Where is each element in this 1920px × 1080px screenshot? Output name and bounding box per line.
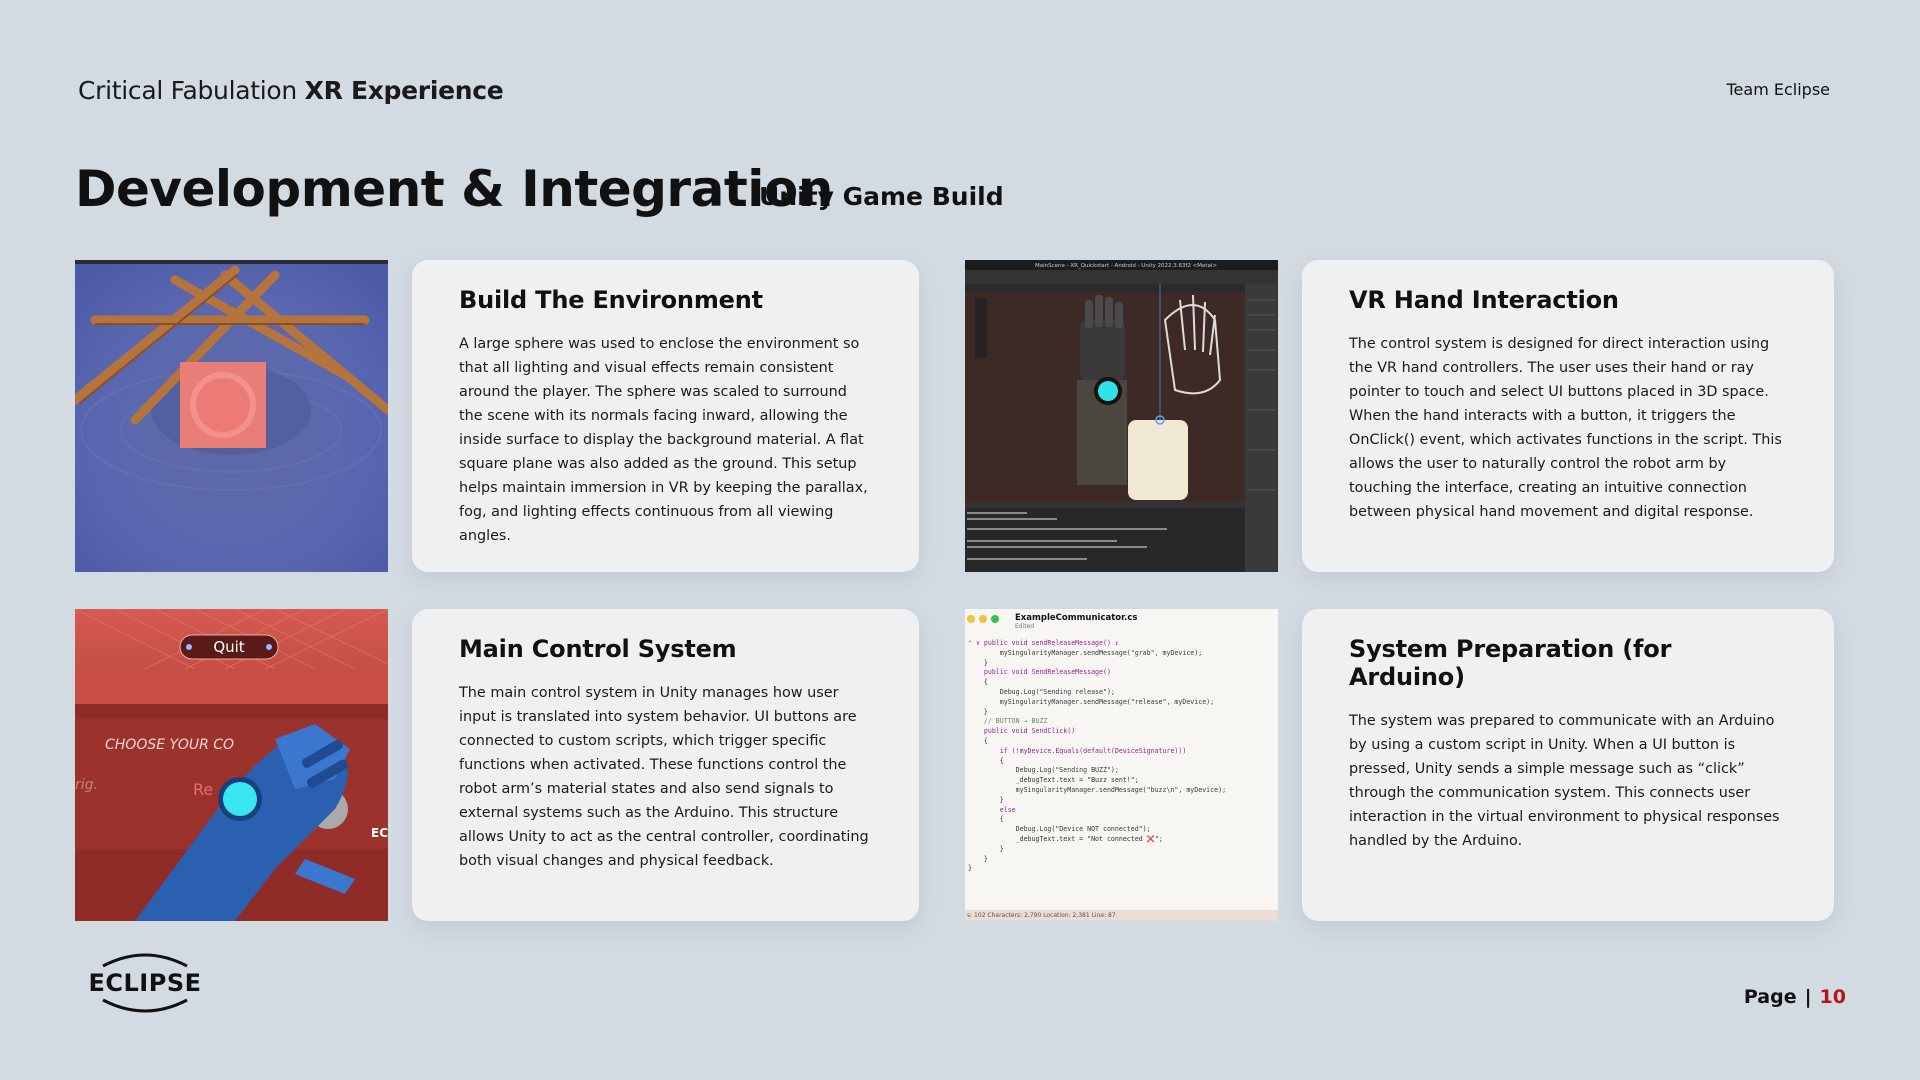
header-title-bold: XR Experience bbox=[304, 76, 504, 105]
code-line: } bbox=[968, 844, 1004, 853]
code-line: // BUTTON → BUZZ bbox=[968, 717, 1048, 726]
vr-left-label: rig. bbox=[75, 777, 98, 793]
code-line: _debugText.text = "Buzz sent!"; bbox=[968, 776, 1139, 785]
code-editor-titlebar: ExampleCommunicator.cs Edited bbox=[965, 609, 1278, 639]
card-system-preparation: System Preparation (for Arduino) The sys… bbox=[1302, 609, 1834, 921]
unity-editor-screenshot: MainScene - XR_Quickstart - Android - Un… bbox=[965, 260, 1278, 572]
card-title: Main Control System bbox=[459, 635, 737, 663]
code-line: Debug.Log("Device NOT connected"); bbox=[968, 825, 1151, 834]
deck-header-title: Critical Fabulation XR Experience bbox=[78, 76, 504, 105]
code-line: } bbox=[968, 658, 988, 667]
card-build-environment: Build The Environment A large sphere was… bbox=[412, 260, 919, 572]
code-line: } bbox=[968, 795, 1004, 804]
card-title: System Preparation (for Arduino) bbox=[1349, 635, 1672, 691]
card-title: VR Hand Interaction bbox=[1349, 286, 1619, 314]
card-title: Build The Environment bbox=[459, 286, 763, 314]
vr-right-label: EC bbox=[371, 826, 388, 840]
code-line: _debugText.text = "Not connected ❌"; bbox=[968, 834, 1163, 843]
environment-render-image bbox=[75, 260, 388, 572]
logo-text: ECLIPSE bbox=[89, 969, 202, 997]
vr-button-label: Re bbox=[193, 780, 213, 799]
card-vr-hand-interaction: VR Hand Interaction The control system i… bbox=[1302, 260, 1834, 572]
code-line: mySingularityManager.sendMessage("grab",… bbox=[968, 648, 1203, 657]
page-title: Development & Integration bbox=[75, 160, 833, 218]
card-body: The main control system in Unity manages… bbox=[459, 685, 869, 869]
eclipse-logo: ECLIPSE bbox=[75, 952, 215, 1014]
code-line: } bbox=[968, 864, 972, 873]
code-line: public void SendReleaseMessage() bbox=[968, 668, 1111, 677]
code-line: mySingularityManager.sendMessage("buzz\n… bbox=[968, 785, 1227, 794]
code-line: } bbox=[968, 854, 988, 863]
page-number: Page | 10 bbox=[1744, 986, 1846, 1008]
window-zoom-icon bbox=[991, 615, 999, 623]
vr-menu-screenshot: Quit CHOOSE YOUR CO rig. Re EC bbox=[75, 609, 388, 921]
code-editor-screenshot: ExampleCommunicator.cs Edited ⌃ ∨ public… bbox=[965, 609, 1278, 921]
header-title-light: Critical Fabulation bbox=[78, 76, 297, 105]
code-file-status: Edited bbox=[1015, 623, 1035, 630]
page-separator: | bbox=[1804, 986, 1812, 1008]
code-line: { bbox=[968, 815, 1004, 824]
card-body: The system was prepared to communicate w… bbox=[1349, 713, 1780, 849]
code-file-name: ExampleCommunicator.cs bbox=[1015, 613, 1138, 623]
code-line: else bbox=[968, 805, 1016, 814]
code-lines: ⌃ ∨ public void sendReleaseMessage() ↕ m… bbox=[965, 639, 1278, 874]
page-label: Page bbox=[1743, 986, 1797, 1008]
code-line: } bbox=[968, 707, 988, 716]
page-number-value: 10 bbox=[1819, 986, 1846, 1008]
window-minimize-icon bbox=[967, 615, 975, 623]
code-line: Debug.Log("Sending release"); bbox=[968, 687, 1115, 696]
window-close-icon bbox=[979, 615, 987, 623]
card-main-control-system: Main Control System The main control sys… bbox=[412, 609, 919, 921]
code-line: public void SendClick() bbox=[968, 727, 1076, 736]
team-name: Team Eclipse bbox=[1726, 80, 1830, 99]
code-line: { bbox=[968, 756, 1004, 765]
code-editor-statusbar: s: 102 Characters: 2,790 Location: 2,381… bbox=[965, 910, 1278, 921]
code-line: Debug.Log("Sending BUZZ"); bbox=[968, 766, 1119, 775]
card-body: A large sphere was used to enclose the e… bbox=[459, 336, 868, 544]
vr-choose-label: CHOOSE YOUR CO bbox=[105, 737, 234, 753]
code-line: ⌃ ∨ public void sendReleaseMessage() ↕ bbox=[968, 639, 1119, 647]
code-line: mySingularityManager.sendMessage("releas… bbox=[968, 697, 1215, 706]
code-line: if (!myDevice.Equals(default(DeviceSigna… bbox=[968, 746, 1187, 755]
card-body: The control system is designed for direc… bbox=[1349, 336, 1782, 520]
page-subtitle: Unity Game Build bbox=[759, 182, 1004, 211]
code-line: { bbox=[968, 736, 988, 745]
code-line: { bbox=[968, 678, 988, 687]
unity-window-title: MainScene - XR_Quickstart - Android - Un… bbox=[1035, 263, 1217, 269]
vr-quit-label: Quit bbox=[213, 638, 244, 656]
